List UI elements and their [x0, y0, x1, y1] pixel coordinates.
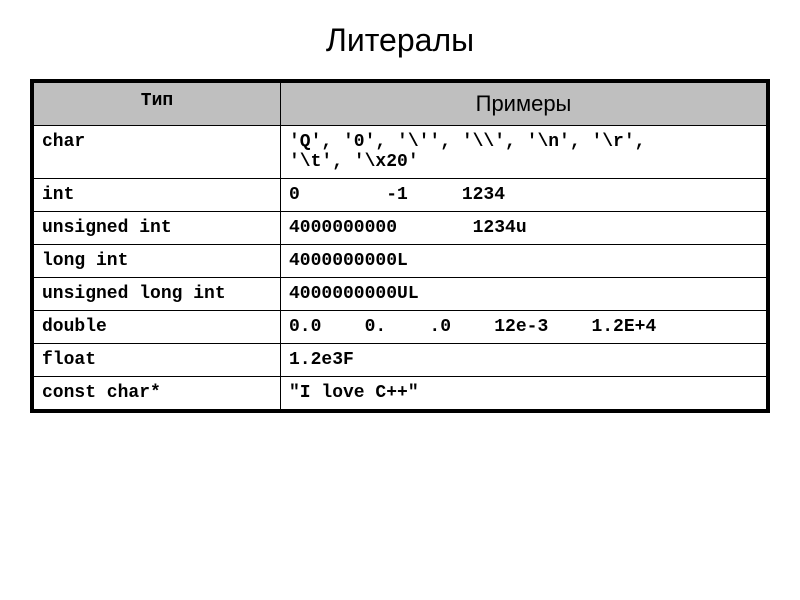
cell-example: 0 -1 1234 — [281, 179, 767, 212]
literals-table-wrap: Тип Примеры char 'Q', '0', '\'', '\\', '… — [30, 79, 770, 413]
table-row: long int 4000000000L — [34, 245, 767, 278]
cell-type: long int — [34, 245, 281, 278]
cell-type: float — [34, 344, 281, 377]
table-row: unsigned int 4000000000 1234u — [34, 212, 767, 245]
cell-example: 4000000000UL — [281, 278, 767, 311]
header-type: Тип — [34, 83, 281, 126]
cell-type: unsigned long int — [34, 278, 281, 311]
cell-type: unsigned int — [34, 212, 281, 245]
cell-example: "I love C++" — [281, 377, 767, 410]
cell-type: int — [34, 179, 281, 212]
cell-example: 'Q', '0', '\'', '\\', '\n', '\r', '\t', … — [281, 126, 767, 179]
cell-type: char — [34, 126, 281, 179]
cell-type: double — [34, 311, 281, 344]
cell-type: const char* — [34, 377, 281, 410]
cell-example: 4000000000 1234u — [281, 212, 767, 245]
table-row: char 'Q', '0', '\'', '\\', '\n', '\r', '… — [34, 126, 767, 179]
table-header-row: Тип Примеры — [34, 83, 767, 126]
cell-example: 1.2e3F — [281, 344, 767, 377]
table-row: const char* "I love C++" — [34, 377, 767, 410]
header-examples: Примеры — [281, 83, 767, 126]
table-row: float 1.2e3F — [34, 344, 767, 377]
page-title: Литералы — [326, 22, 474, 59]
table-row: unsigned long int 4000000000UL — [34, 278, 767, 311]
cell-example: 0.0 0. .0 12e-3 1.2E+4 — [281, 311, 767, 344]
table-row: int 0 -1 1234 — [34, 179, 767, 212]
table-row: double 0.0 0. .0 12e-3 1.2E+4 — [34, 311, 767, 344]
cell-example: 4000000000L — [281, 245, 767, 278]
literals-table: Тип Примеры char 'Q', '0', '\'', '\\', '… — [33, 82, 767, 410]
